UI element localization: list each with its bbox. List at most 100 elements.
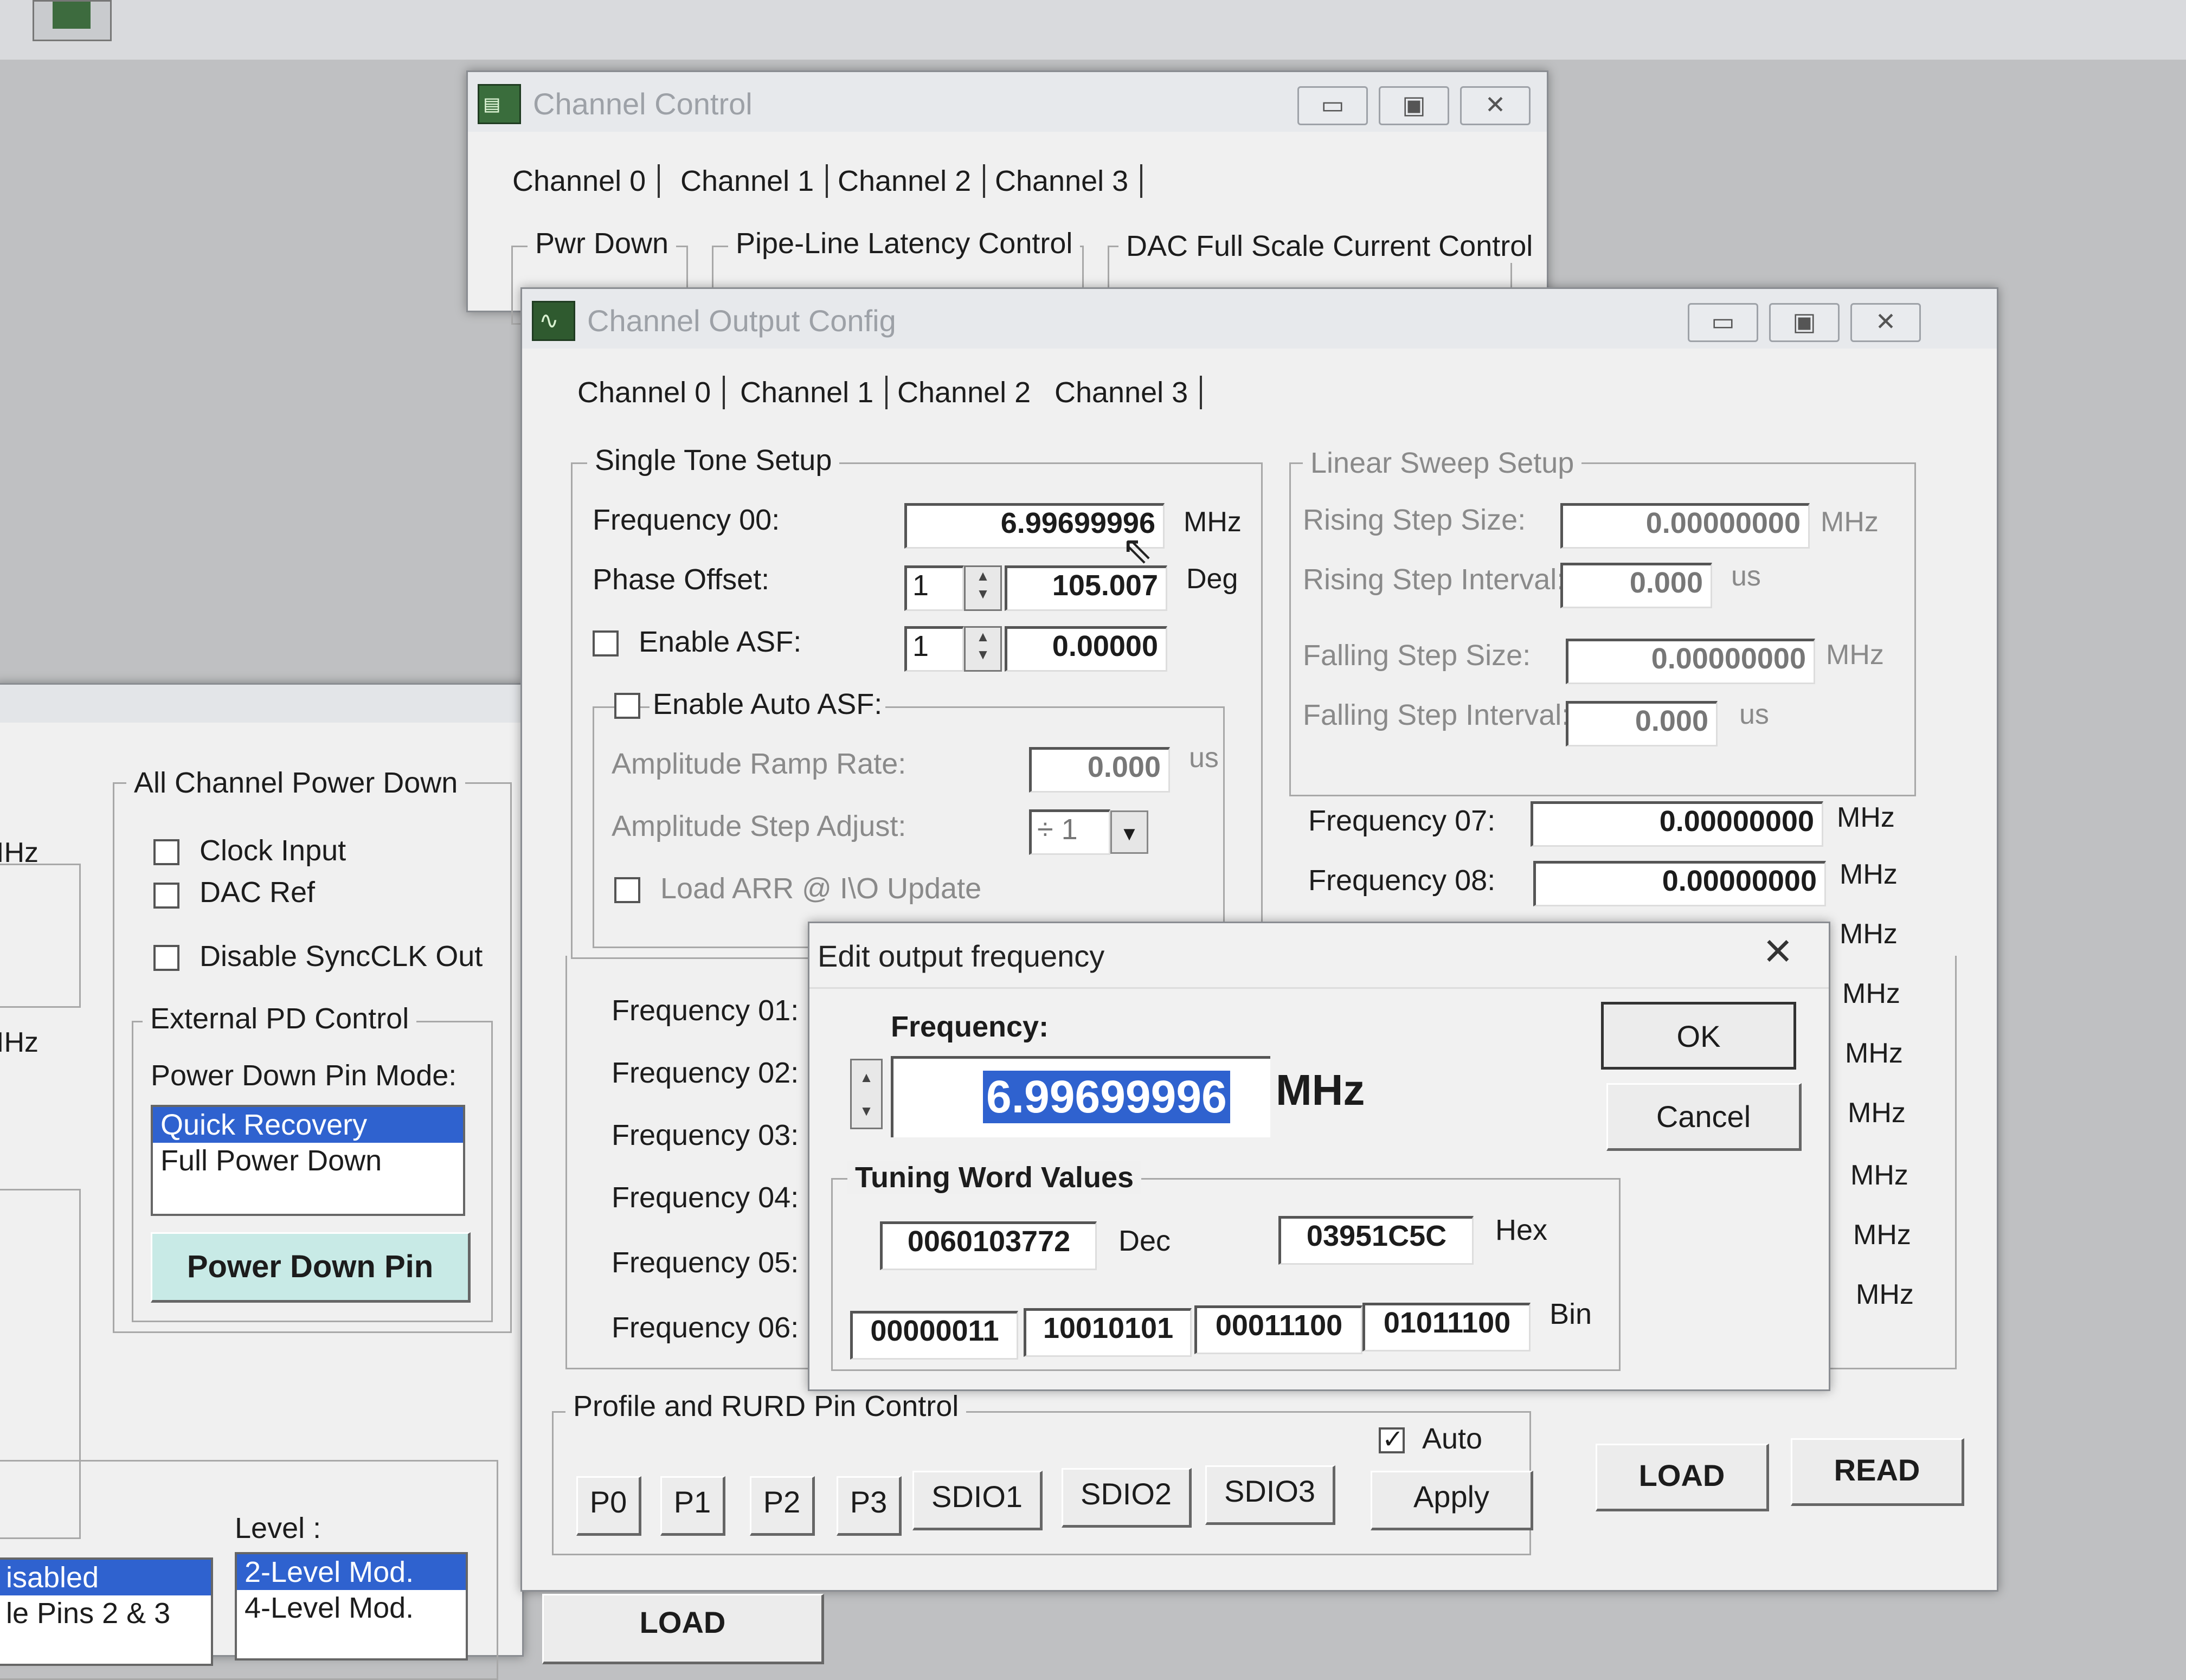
channel-control-title: Channel Control [533,87,753,121]
ramp-rate-unit: us [1189,742,1219,774]
spin-up-icon[interactable]: ▲ [852,1060,881,1094]
read-button[interactable]: READ [1791,1438,1964,1506]
frequency-06-label: Frequency 06: [612,1311,799,1344]
item-pins[interactable]: le Pins 2 & 3 [0,1595,211,1631]
load-button[interactable]: LOAD [1596,1444,1769,1511]
mode-full-power-down[interactable]: Full Power Down [153,1143,463,1179]
bin-byte-3-field[interactable]: 00000011 [850,1311,1018,1360]
taskbar-app-icon[interactable] [33,0,112,41]
cc-tab-channel-1[interactable]: Channel 1 [668,164,828,198]
enable-asf-label: Enable ASF: [639,626,802,658]
frequency-09-unit: MHz [1840,918,1898,950]
cancel-button[interactable]: Cancel [1606,1083,1802,1151]
clock-input-label: Clock Input [200,834,346,867]
bottom-load-button[interactable]: LOAD [542,1594,824,1664]
asf-spinner[interactable]: ▲ ▼ [964,626,1002,672]
single-tone-label: Single Tone Setup [587,443,840,477]
item-disabled[interactable]: isabled [0,1560,211,1595]
maximize-icon: ▣ [1402,91,1426,119]
oc-minimize-button[interactable]: ▭ [1688,303,1758,342]
oc-tab-channel-0[interactable]: Channel 0 [565,376,725,409]
maximize-button[interactable]: ▣ [1379,86,1449,125]
apply-button[interactable]: Apply [1371,1471,1533,1530]
spin-up-icon[interactable]: ▲ [966,567,1000,585]
pipeline-latency-label: Pipe-Line Latency Control [728,227,1081,260]
auto-checkbox[interactable]: ✓ [1379,1425,1405,1454]
frequency-07-field[interactable]: 0.00000000 [1531,801,1823,847]
disable-syncclk-checkbox[interactable] [153,945,179,971]
enable-asf-checkbox[interactable] [593,630,619,656]
spin-down-icon[interactable]: ▼ [966,646,1000,664]
p1-button[interactable]: P1 [660,1476,725,1536]
phase-offset-spinner[interactable]: ▲ ▼ [964,565,1002,611]
rising-step-size-field[interactable]: 0.00000000 [1560,503,1810,549]
oc-tab-channel-1[interactable]: Channel 1 [728,376,888,409]
bottom-left-list[interactable]: isabled le Pins 2 & 3 [0,1557,213,1666]
close-icon: ✕ [1875,307,1896,336]
power-down-pin-mode-label: Power Down Pin Mode: [151,1059,457,1092]
p3-button[interactable]: P3 [837,1476,902,1536]
close-button[interactable]: ✕ [1460,86,1531,125]
rising-step-interval-field[interactable]: 0.000 [1560,563,1712,608]
dialog-frequency-input[interactable]: 6.99699996 [891,1056,1270,1137]
cc-tab-channel-3[interactable]: Channel 3 [983,164,1143,198]
load-arr-checkbox[interactable] [614,877,640,903]
phase-offset-label: Phase Offset: [593,563,770,596]
cc-tab-channel-2[interactable]: Channel 2 [826,164,986,198]
falling-step-size-field[interactable]: 0.00000000 [1566,639,1815,684]
dialog-close-button[interactable]: × [1764,923,1792,979]
dialog-frequency-value[interactable]: 6.99699996 [983,1071,1230,1123]
falling-step-size-unit: MHz [1826,639,1884,671]
sdio1-button[interactable]: SDIO1 [912,1471,1043,1530]
enable-auto-asf-checkbox[interactable] [614,693,640,719]
frequency-03-label: Frequency 03: [612,1119,799,1151]
dialog-frequency-spinner[interactable]: ▲ ▼ [850,1059,883,1129]
spin-down-icon[interactable]: ▼ [966,585,1000,603]
spin-down-icon[interactable]: ▼ [852,1094,881,1128]
bin-byte-1-field[interactable]: 00011100 [1194,1305,1362,1354]
profile-group-label: Profile and RURD Pin Control [565,1389,967,1423]
p0-button[interactable]: P0 [576,1476,641,1536]
p2-button[interactable]: P2 [750,1476,815,1536]
oc-tab-channel-3[interactable]: Channel 3 [1043,376,1203,409]
phase-offset-field[interactable]: 105.007 [1005,565,1167,611]
level-2-level-mod[interactable]: 2-Level Mod. [237,1554,466,1590]
spin-up-icon[interactable]: ▲ [966,628,1000,646]
disable-syncclk-label: Disable SyncCLK Out [200,940,483,973]
amplitude-ramp-rate-label: Amplitude Ramp Rate: [612,748,906,780]
cc-tab-channel-0[interactable]: Channel 0 [500,164,660,198]
minimize-button[interactable]: ▭ [1297,86,1368,125]
power-down-pin-button[interactable]: Power Down Pin [151,1232,471,1303]
power-down-mode-list[interactable]: Quick Recovery Full Power Down [151,1105,465,1216]
asf-spin-field[interactable]: 1 [904,626,964,672]
asf-value-field[interactable]: 0.00000 [1005,626,1167,672]
phase-offset-unit: Deg [1186,563,1238,595]
sdio3-button[interactable]: SDIO3 [1205,1465,1335,1525]
amplitude-step-adjust-select[interactable]: ÷ 1 [1029,809,1110,855]
left-config-panel: IHz IHz All Channel Power Down Clock Inp… [0,683,524,1680]
bin-byte-0-field[interactable]: 01011100 [1362,1303,1531,1351]
dac-ref-checkbox[interactable] [153,883,179,909]
clock-input-checkbox[interactable] [153,839,179,865]
amplitude-ramp-rate-field[interactable]: 0.000 [1029,747,1170,793]
falling-step-interval-field[interactable]: 0.000 [1566,701,1718,746]
mode-quick-recovery[interactable]: Quick Recovery [153,1107,463,1143]
chevron-down-icon[interactable]: ▼ [1110,810,1148,854]
oc-maximize-button[interactable]: ▣ [1769,303,1840,342]
frequency-01-label: Frequency 01: [612,994,799,1027]
level-4-level-mod[interactable]: 4-Level Mod. [237,1590,466,1626]
phase-offset-spin-field[interactable]: 1 [904,565,964,611]
oc-close-button[interactable]: ✕ [1850,303,1921,342]
dec-value-field[interactable]: 0060103772 [880,1221,1097,1270]
level-list[interactable]: 2-Level Mod. 4-Level Mod. [235,1552,468,1660]
sdio2-button[interactable]: SDIO2 [1062,1468,1192,1528]
oc-tab-channel-2[interactable]: Channel 2 [885,376,1043,409]
hex-value-field[interactable]: 03951C5C [1278,1216,1474,1265]
level-label: Level : [235,1512,322,1544]
amplitude-step-adjust-label: Amplitude Step Adjust: [612,810,906,842]
frequency-02-label: Frequency 02: [612,1057,799,1089]
frequency-04-label: Frequency 04: [612,1181,799,1214]
ok-button[interactable]: OK [1601,1002,1796,1070]
frequency-08-field[interactable]: 0.00000000 [1533,861,1826,906]
bin-byte-2-field[interactable]: 10010101 [1024,1308,1192,1357]
